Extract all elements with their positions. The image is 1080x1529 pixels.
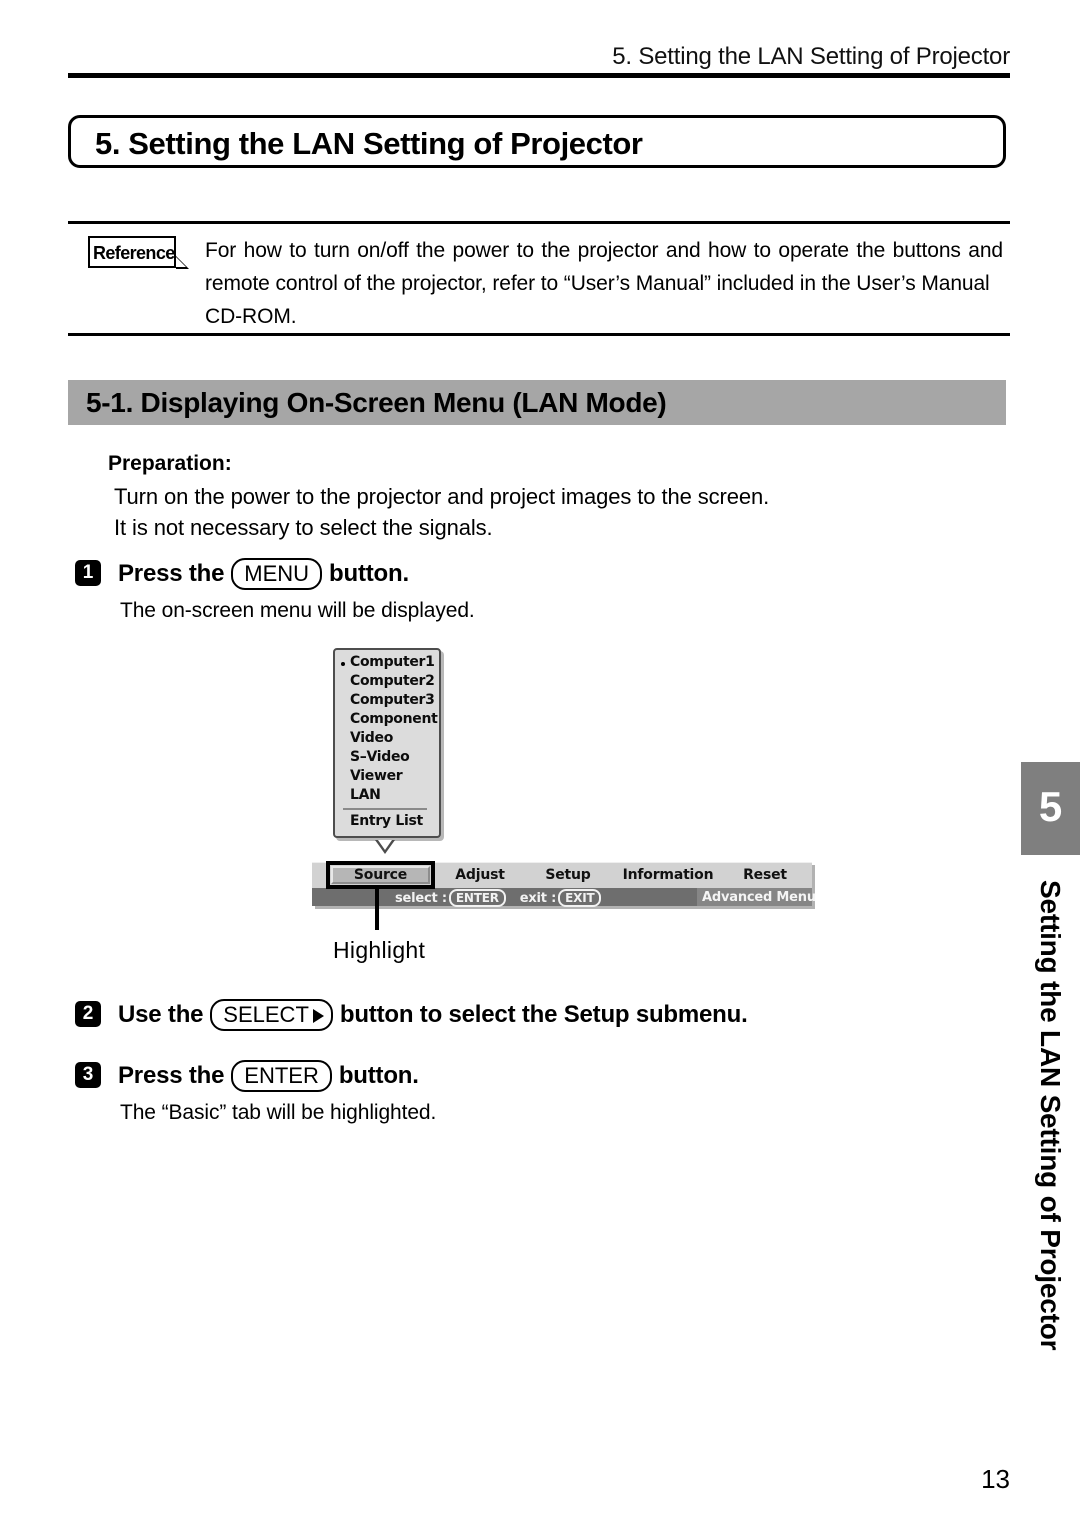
enter-key-hint: ENTER: [448, 889, 506, 907]
osd-status-hints: select : ENTER exit : EXIT: [395, 889, 603, 907]
osd-tab-reset[interactable]: Reset: [730, 865, 800, 885]
enter-key[interactable]: ENTER: [231, 1060, 332, 1092]
selected-source-bullet-icon: [341, 662, 345, 666]
chapter-thumb-number: 5: [1038, 783, 1063, 830]
chapter-title-box: 5. Setting the LAN Setting of Projector: [68, 115, 1006, 168]
step-3-heading: Press the ENTER button.: [118, 1060, 419, 1092]
osd-source-item-computer3[interactable]: Computer3: [350, 691, 435, 710]
step-3-text-after: button.: [338, 1062, 419, 1089]
reference-rule-top: [68, 221, 1010, 224]
page-number: 13: [981, 1464, 1010, 1494]
exit-key-hint: EXIT: [558, 889, 602, 907]
step-1-text-before: Press the: [118, 560, 225, 587]
reference-body-text: For how to turn on/off the power to the …: [205, 239, 1003, 295]
step-number-1: 1: [75, 560, 101, 586]
reference-body: For how to turn on/off the power to the …: [205, 234, 1003, 333]
osd-tab-source[interactable]: Source: [331, 865, 430, 885]
step-1-heading: Press the MENU button.: [118, 558, 409, 590]
osd-tab-setup[interactable]: Setup: [530, 865, 606, 885]
osd-source-item-entry-list[interactable]: Entry List: [350, 812, 423, 831]
osd-source-item-computer2[interactable]: Computer2: [350, 672, 435, 691]
section-heading-title: 5-1. Displaying On-Screen Menu (LAN Mode…: [86, 387, 667, 418]
preparation-line-1: Turn on the power to the projector and p…: [114, 484, 770, 509]
running-header: 5. Setting the LAN Setting of Projector: [612, 43, 1010, 70]
osd-source-item-component[interactable]: Component: [350, 710, 438, 729]
osd-tab-information[interactable]: Information: [615, 865, 721, 885]
osd-exit-label: exit :: [519, 890, 557, 906]
step-2-text-before: Use the: [118, 1001, 204, 1028]
osd-source-item-lan[interactable]: LAN: [350, 786, 381, 805]
chevron-down-icon: [378, 840, 392, 850]
reference-tag-label: Reference: [93, 243, 175, 263]
menu-key[interactable]: MENU: [231, 558, 323, 590]
page-title: 5. Setting the LAN Setting of Projector: [95, 126, 643, 161]
reference-rule-bottom: [68, 333, 1010, 336]
reference-tag: Reference: [88, 236, 176, 268]
step-3-text-before: Press the: [118, 1062, 225, 1089]
chapter-thumb-label: Setting the LAN Setting of Projector: [1035, 880, 1066, 1351]
header-rule: [68, 73, 1010, 78]
step-2-text-after: button to select the Setup submenu.: [339, 1001, 748, 1028]
osd-source-item-computer1[interactable]: Computer1: [350, 653, 435, 672]
step-2-heading: Use the SELECT button to select the Setu…: [118, 999, 748, 1031]
page-fold-inner-icon: [176, 257, 186, 267]
preparation-line-2: It is not necessary to select the signal…: [114, 515, 493, 540]
osd-select-label: select :: [395, 890, 447, 906]
highlight-leader-line: [375, 888, 379, 930]
highlight-caption: Highlight: [333, 937, 426, 963]
select-right-key[interactable]: SELECT: [210, 999, 333, 1031]
step-3-subtext: The “Basic” tab will be highlighted.: [120, 1101, 437, 1124]
arrow-right-icon: [312, 1009, 324, 1023]
step-number-2: 2: [75, 1001, 101, 1027]
preparation-label: Preparation:: [108, 452, 232, 475]
osd-source-item-viewer[interactable]: Viewer: [350, 767, 403, 786]
osd-source-separator: [343, 808, 427, 810]
step-1-text-after: button.: [329, 560, 409, 587]
osd-advanced-menu-label[interactable]: Advanced Menu: [702, 889, 816, 906]
step-number-3: 3: [75, 1062, 101, 1088]
osd-menu-bar: Source Adjust Setup Information Reset se…: [312, 861, 816, 907]
osd-source-item-video[interactable]: Video: [350, 729, 393, 748]
step-1-subtext: The on-screen menu will be displayed.: [120, 599, 475, 622]
reference-body-last-line: CD-ROM.: [205, 305, 297, 328]
osd-source-item-s-video[interactable]: S–Video: [350, 748, 410, 767]
osd-tab-adjust[interactable]: Adjust: [442, 865, 518, 885]
select-key-label: SELECT: [223, 1002, 309, 1027]
